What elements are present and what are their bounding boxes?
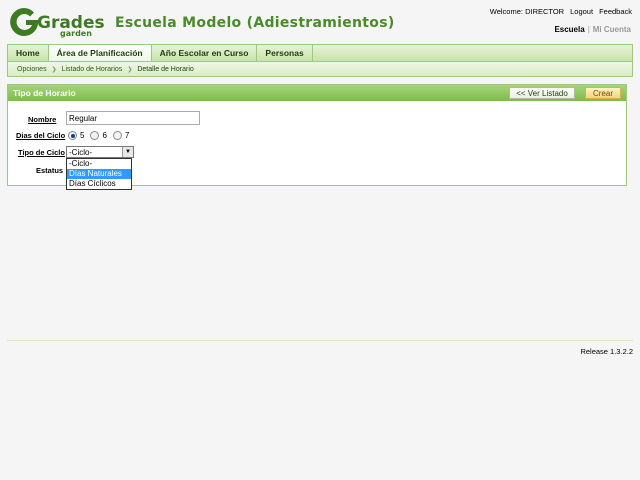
tab-ano-escolar[interactable]: Año Escolar en Curso [152, 45, 258, 61]
create-button[interactable]: Crear [585, 87, 621, 99]
breadcrumb-listado[interactable]: Listado de Horarios [62, 66, 123, 73]
name-label: Nombre [28, 115, 57, 124]
feedback-link[interactable]: Feedback [599, 7, 632, 16]
tab-area-planificacion[interactable]: Área de Planificación [48, 45, 152, 61]
days-5-radio[interactable] [68, 131, 77, 140]
tab-personas[interactable]: Personas [257, 45, 313, 61]
view-list-button[interactable]: << Ver Listado [509, 87, 575, 99]
cycle-type-value: -Ciclo- [69, 147, 93, 157]
status-label: Estatus [36, 166, 64, 175]
grades-garden-logo[interactable]: Grades garden [8, 6, 104, 38]
welcome-text: Welcome: DIRECTOR [489, 7, 565, 16]
breadcrumb: Opciones ❯ Listado de Horarios ❯ Detalle… [7, 62, 633, 77]
user-links: Welcome: DIRECTOR Logout Feedback [490, 7, 632, 16]
days-7-radio[interactable] [112, 131, 122, 140]
scope-switcher: Escuela | Mi Cuenta [554, 25, 631, 34]
header: Grades garden Escuela Modelo (Adiestrami… [0, 0, 640, 44]
days-6-radio[interactable] [90, 131, 100, 140]
chevron-right-icon: ❯ [127, 66, 133, 73]
dropdown-arrow-icon[interactable]: ▼ [122, 147, 133, 157]
release-version: Release 1.3.2.2 [580, 347, 633, 356]
cycle-type-label: Tipo de Ciclo [18, 148, 65, 157]
panel-header: Tipo de Horario << Ver Listado Crear [8, 85, 626, 101]
name-input[interactable] [66, 111, 200, 125]
days-6-label: 6 [102, 131, 107, 140]
breadcrumb-current: Detalle de Horario [137, 65, 194, 73]
scope-escuela[interactable]: Escuela [554, 25, 584, 34]
scope-separator: | [587, 25, 590, 34]
days-7-label: 7 [124, 131, 130, 140]
footer-divider [7, 340, 633, 341]
option-dias-naturales[interactable]: Días Naturales [67, 169, 131, 179]
option-dias-ciclicos[interactable]: Días Cíclicos [67, 179, 131, 189]
cycle-days-radio-group: 5 6 7 [68, 131, 132, 140]
cycle-days-label: Dias del Ciclo [16, 131, 66, 140]
logo-subtext: garden [60, 29, 92, 38]
main-nav: Home Área de Planificación Año Escolar e… [7, 44, 633, 62]
option-ciclo[interactable]: -Ciclo- [67, 159, 131, 169]
school-title: Escuela Modelo (Adiestramientos) [115, 15, 395, 31]
breadcrumb-opciones[interactable]: Opciones [17, 66, 47, 73]
tab-home[interactable]: Home [8, 45, 49, 61]
cycle-type-dropdown: -Ciclo- Días Naturales Días Cíclicos [66, 158, 132, 190]
logout-link[interactable]: Logout [570, 7, 593, 16]
cycle-type-select[interactable]: -Ciclo- ▼ [66, 146, 134, 158]
panel-title: Tipo de Horario [13, 88, 76, 98]
scope-mi-cuenta[interactable]: Mi Cuenta [593, 25, 631, 34]
days-5-label: 5 [80, 131, 85, 140]
chevron-right-icon: ❯ [51, 66, 57, 73]
